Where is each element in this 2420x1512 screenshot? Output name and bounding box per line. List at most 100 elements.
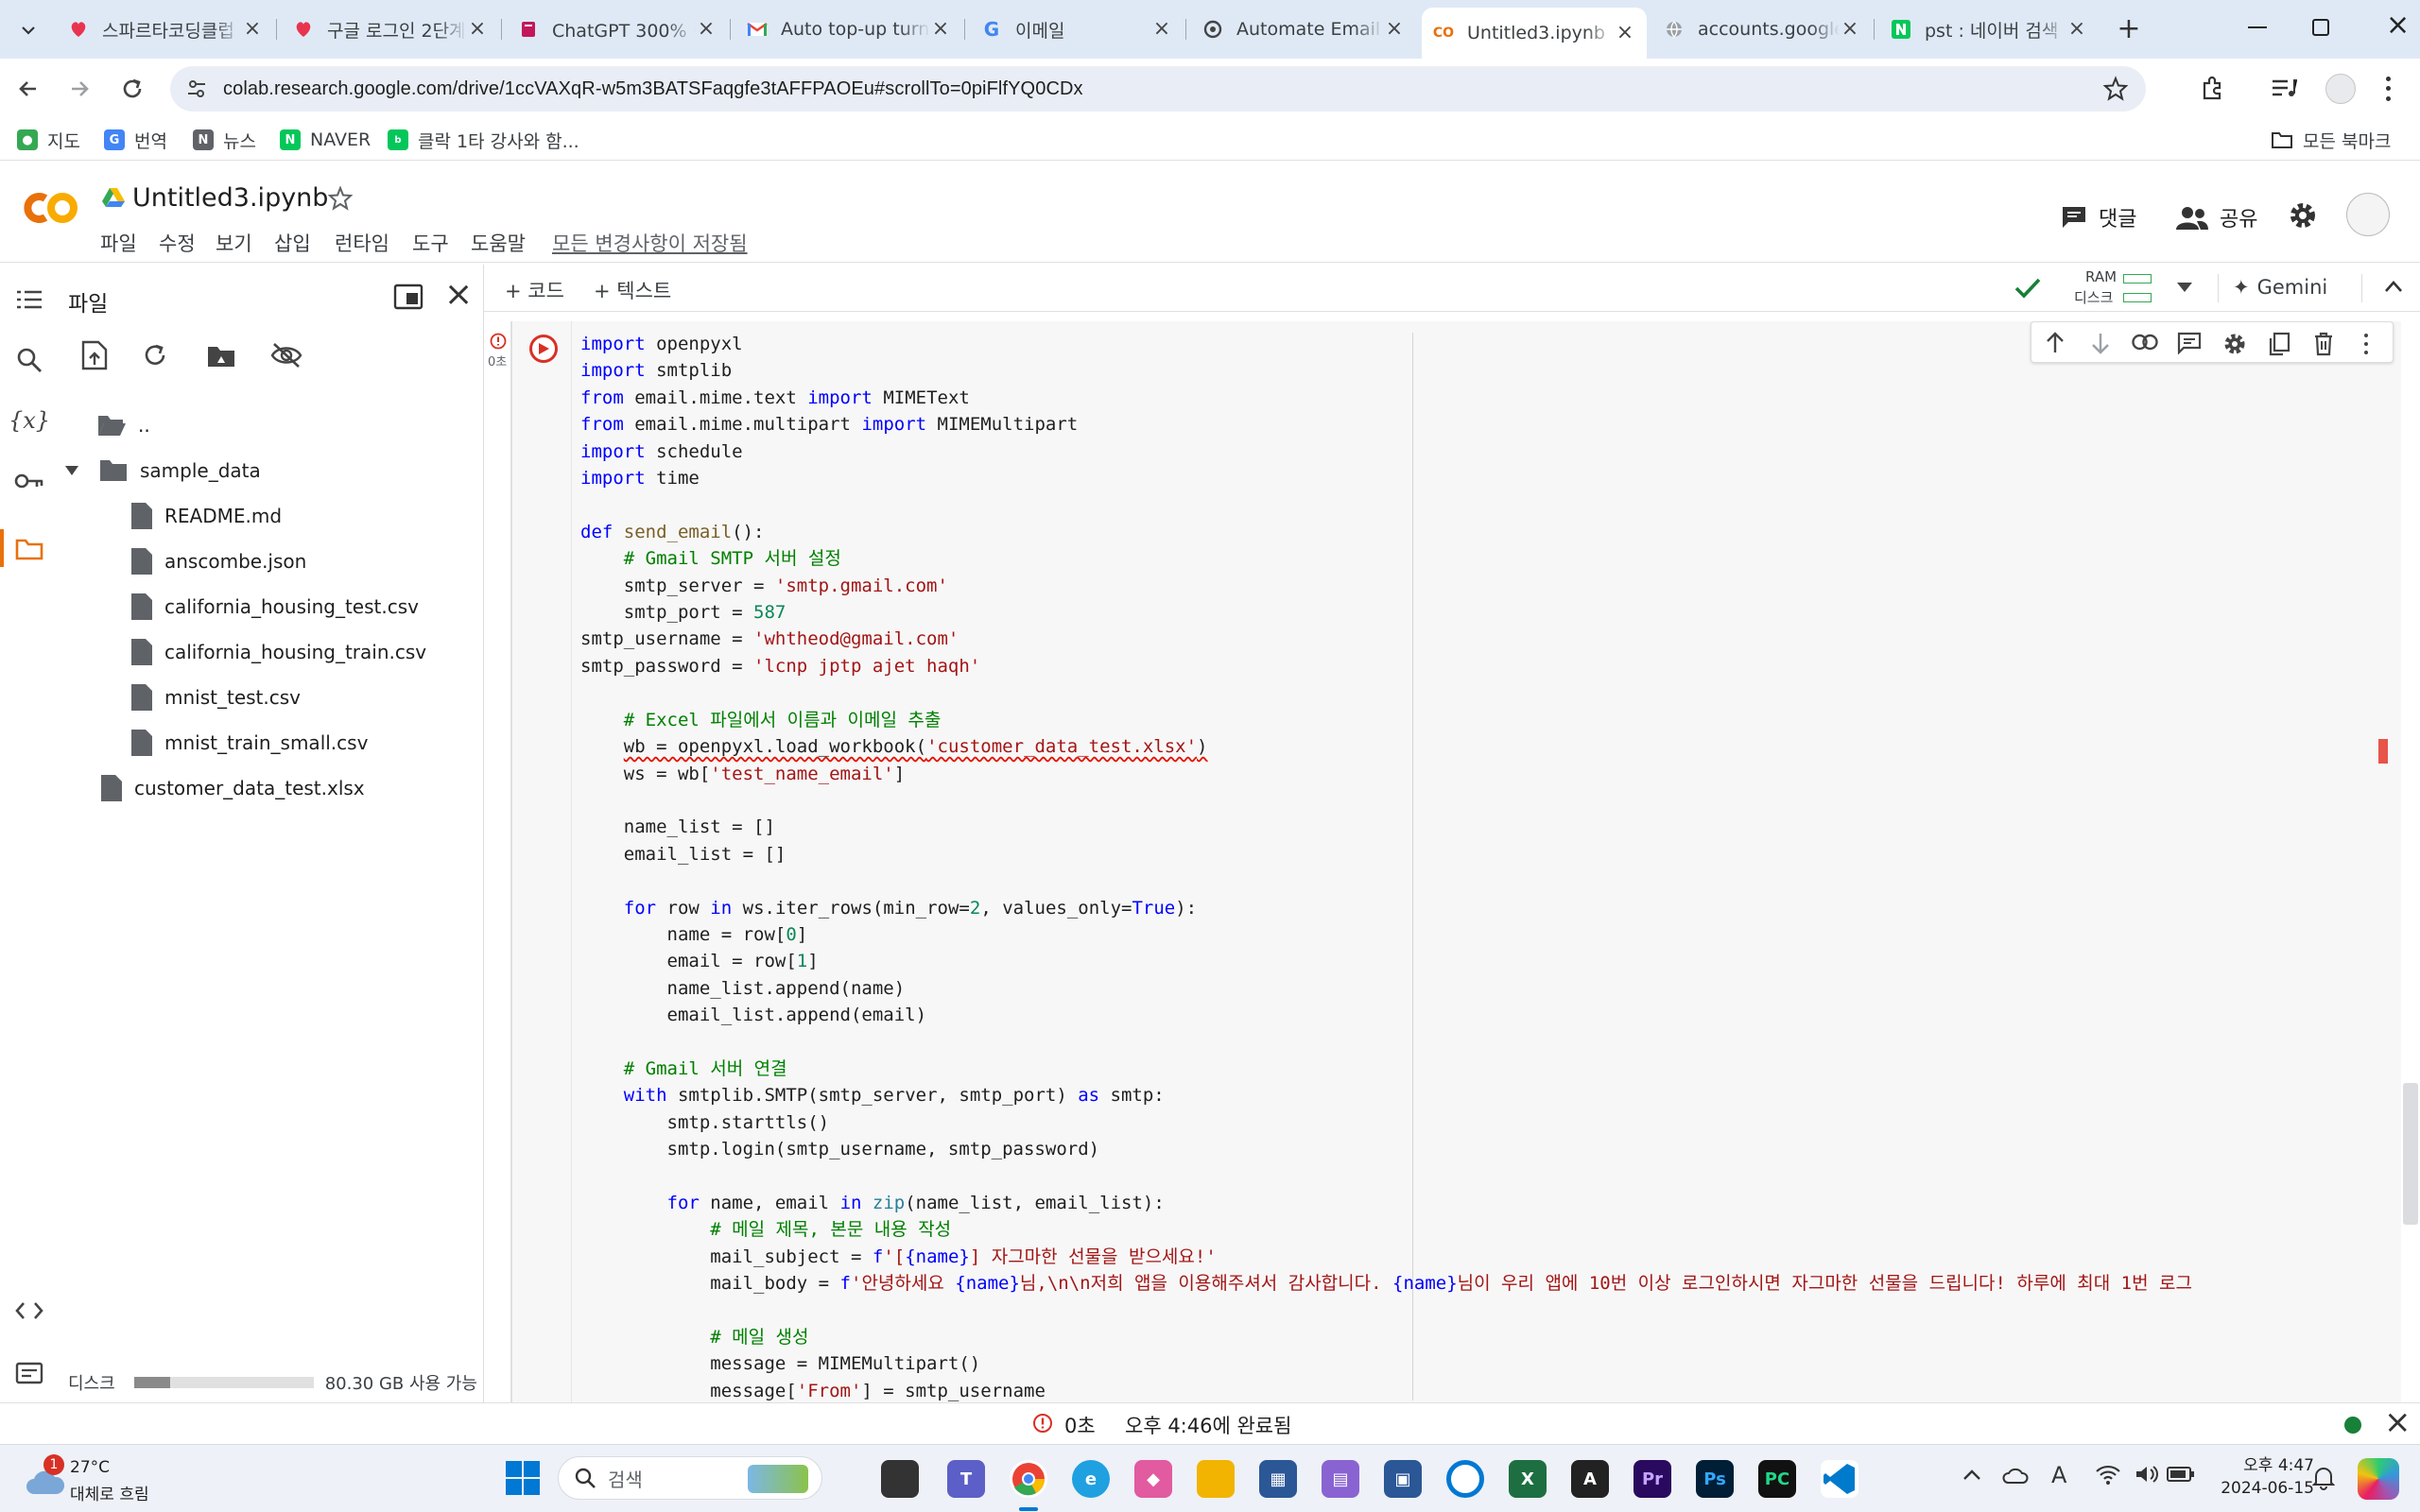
bookmark-translate[interactable]: G 번역 <box>104 127 167 153</box>
profile-avatar[interactable] <box>2325 74 2356 104</box>
resource-monitor[interactable]: RAM 디스크 <box>2057 268 2170 308</box>
terminal-icon[interactable] <box>13 1357 45 1389</box>
comment-button[interactable]: 댓글 <box>2061 202 2136 232</box>
close-icon[interactable]: × <box>1151 19 1172 40</box>
notebook-scrollbar[interactable] <box>2403 1083 2418 1225</box>
app-icon[interactable]: ▣ <box>1384 1460 1422 1498</box>
code-cell[interactable]: import openpyxl import smtplib from emai… <box>510 321 2401 1402</box>
tab-search-button[interactable] <box>13 15 43 45</box>
new-tab-button[interactable]: + <box>2112 13 2146 47</box>
star-icon[interactable] <box>327 185 354 212</box>
tab-6-active[interactable]: CO Untitled3.ipynb × <box>1422 8 1647 59</box>
delete-trash-icon[interactable] <box>2313 332 2334 356</box>
app-icon[interactable]: ◆ <box>1134 1460 1172 1498</box>
premiere-icon[interactable]: Pr <box>1634 1460 1671 1498</box>
vscode-icon[interactable] <box>1821 1460 1858 1498</box>
more-vert-icon[interactable] <box>2362 332 2370 356</box>
close-icon[interactable]: × <box>1840 19 1860 40</box>
link-icon[interactable] <box>2132 334 2158 351</box>
all-bookmarks[interactable]: 모든 북마크 <box>2271 127 2391 153</box>
forward-arrow-icon[interactable] <box>66 76 93 102</box>
acrobat-icon[interactable]: A <box>1571 1460 1609 1498</box>
bookmark-maps[interactable]: ● 지도 <box>17 127 80 153</box>
menu-tools[interactable]: 도구 <box>412 229 449 257</box>
file-row[interactable]: README.md <box>130 497 282 535</box>
close-icon[interactable]: × <box>930 19 951 40</box>
onedrive-icon[interactable] <box>2002 1466 2029 1485</box>
code-editor[interactable]: import openpyxl import smtplib from emai… <box>580 331 2192 1402</box>
close-panel-icon[interactable]: × <box>444 278 473 312</box>
pycharm-icon[interactable]: PC <box>1758 1460 1796 1498</box>
app-icon[interactable]: ▤ <box>1322 1460 1359 1498</box>
excel-icon[interactable]: X <box>1509 1460 1547 1498</box>
toc-list-icon[interactable] <box>13 284 45 316</box>
file-row[interactable]: mnist_test.csv <box>130 679 301 716</box>
collapse-chevron-icon[interactable] <box>2384 280 2403 293</box>
bookmark-star-icon[interactable] <box>2102 76 2129 102</box>
file-row[interactable]: california_housing_test.csv <box>130 588 419 626</box>
add-text-button[interactable]: + 텍스트 <box>594 276 671 304</box>
close-icon[interactable]: × <box>2066 19 2087 40</box>
extensions-icon[interactable] <box>2199 74 2227 102</box>
tab-7[interactable]: accounts.google.com × <box>1652 8 1872 51</box>
settings-gear-icon[interactable] <box>2288 200 2318 231</box>
comment-icon[interactable] <box>2177 332 2202 354</box>
site-info-icon[interactable] <box>185 77 208 100</box>
wifi-icon[interactable] <box>2095 1464 2121 1485</box>
tab-3[interactable]: Auto top-up turned × <box>735 8 962 51</box>
photoshop-icon[interactable]: Ps <box>1696 1460 1734 1498</box>
store-icon[interactable]: ▦ <box>1259 1460 1297 1498</box>
notebook-title[interactable]: Untitled3.ipynb <box>132 183 328 213</box>
clock[interactable]: 오후 4:47 2024-06-15 <box>2212 1454 2314 1500</box>
move-down-icon[interactable] <box>2090 332 2111 354</box>
close-icon[interactable]: × <box>1615 23 1635 43</box>
tab-5[interactable]: Automate Email × <box>1191 8 1416 51</box>
file-row[interactable]: california_housing_train.csv <box>130 633 426 671</box>
tab-4[interactable]: G 이메일 × <box>970 8 1184 51</box>
menu-help[interactable]: 도움말 <box>471 229 526 257</box>
windows-start-button[interactable] <box>505 1460 541 1496</box>
bookmark-blog[interactable]: b 클락 1타 강사와 함... <box>388 127 579 153</box>
file-row[interactable]: mnist_train_small.csv <box>130 724 368 762</box>
key-icon[interactable] <box>13 465 45 497</box>
menu-insert[interactable]: 삽입 <box>274 229 311 257</box>
media-controls-icon[interactable] <box>2271 77 2297 100</box>
menu-file[interactable]: 파일 <box>100 229 137 257</box>
minimize-button[interactable] <box>2248 26 2267 28</box>
share-button[interactable]: 공유 <box>2176 202 2257 232</box>
mirror-cell-icon[interactable] <box>2268 332 2290 356</box>
tray-chevron-up-icon[interactable] <box>1962 1469 1981 1481</box>
user-avatar[interactable] <box>2346 193 2390 236</box>
close-icon[interactable]: × <box>467 19 488 40</box>
tab-2[interactable]: ChatGPT 300% 활용 × <box>507 8 728 51</box>
menu-view[interactable]: 보기 <box>216 229 252 257</box>
colab-logo[interactable] <box>19 187 79 229</box>
close-icon[interactable]: × <box>696 19 717 40</box>
status-close-icon[interactable]: × <box>2384 1405 2411 1439</box>
code-snippets-icon[interactable] <box>13 1295 45 1327</box>
edge-icon[interactable]: e <box>1072 1460 1110 1498</box>
bookmark-naver[interactable]: N NAVER <box>280 127 371 153</box>
weather-widget[interactable]: 1 27°C 대체로 흐림 <box>23 1454 174 1504</box>
saved-status-link[interactable]: 모든 변경사항이 저장됨 <box>552 229 748 257</box>
battery-icon[interactable] <box>2167 1466 2195 1483</box>
tab-8[interactable]: pst : 네이버 검색 × <box>1879 8 2099 51</box>
url-text[interactable]: colab.research.google.com/drive/1ccVAXqR… <box>223 78 1083 100</box>
close-icon[interactable]: × <box>1384 19 1405 40</box>
move-up-icon[interactable] <box>2045 332 2066 354</box>
bookmark-news[interactable]: N 뉴스 <box>193 127 256 153</box>
app-icon[interactable] <box>1446 1460 1484 1498</box>
restore-button[interactable] <box>2312 19 2329 36</box>
reload-icon[interactable] <box>119 76 146 102</box>
parent-folder-row[interactable]: .. <box>96 406 150 444</box>
task-view-icon[interactable] <box>881 1460 919 1498</box>
teams-icon[interactable]: T <box>947 1460 985 1498</box>
menu-edit[interactable]: 수정 <box>159 229 196 257</box>
tab-1[interactable]: 구글 로그인 2단계 × <box>282 8 499 51</box>
folder-icon[interactable] <box>13 533 45 565</box>
taskbar-search[interactable]: 검색 <box>558 1456 822 1500</box>
tab-0[interactable]: 스파르타코딩클럽 × <box>57 8 274 51</box>
run-cell-button[interactable] <box>529 335 558 363</box>
refresh-icon[interactable] <box>142 342 168 369</box>
copilot-icon[interactable] <box>2358 1458 2399 1500</box>
